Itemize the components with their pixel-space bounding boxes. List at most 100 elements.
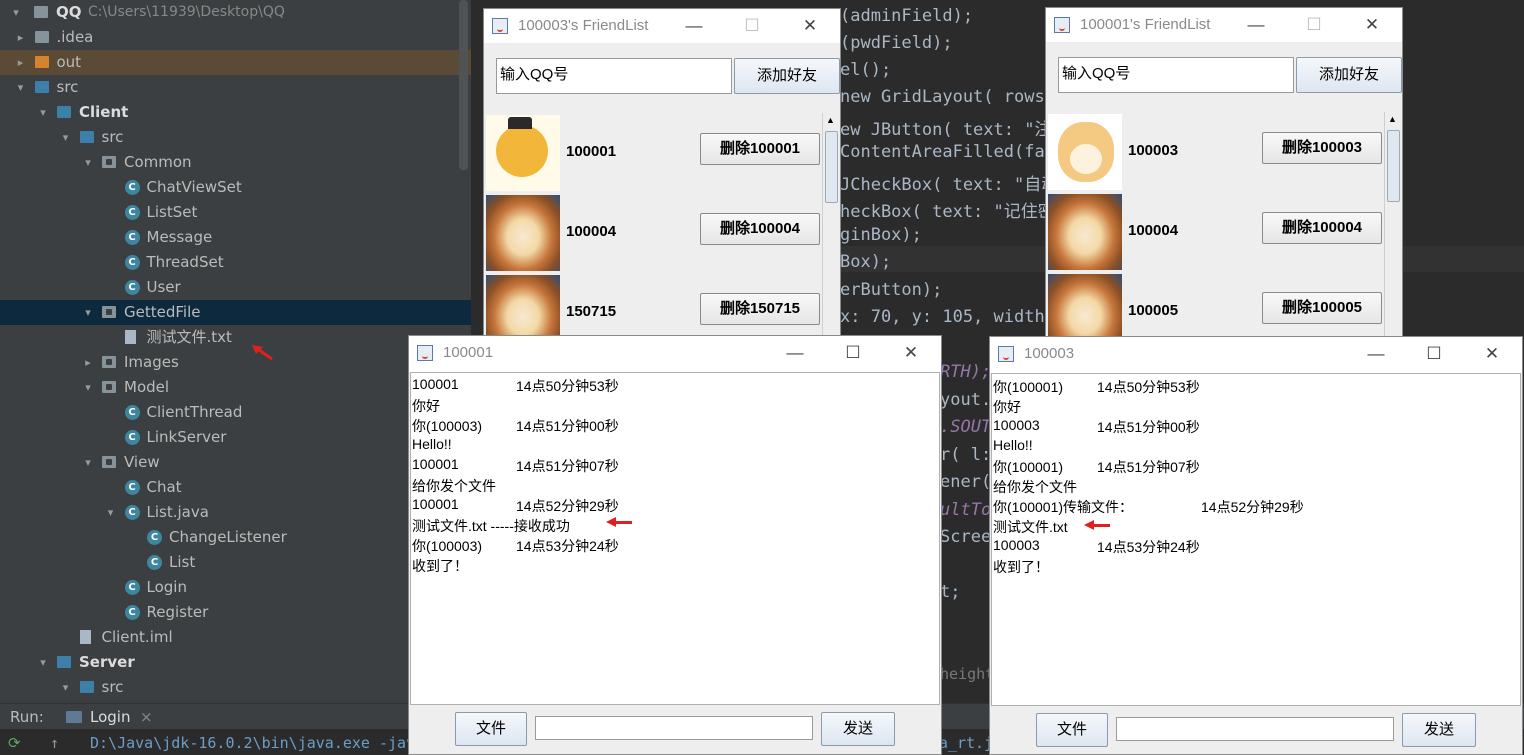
friend-row[interactable]: 100005 删除100005	[1046, 272, 1382, 340]
tree-item[interactable]: ▾ C List.java	[0, 500, 471, 525]
minimize-button[interactable]: —	[783, 341, 807, 365]
qq-number-input[interactable]: 输入QQ号	[496, 58, 732, 94]
tree-item[interactable]: C Chat	[0, 475, 471, 500]
chevron-down-icon[interactable]: ▾	[37, 650, 49, 675]
chevron-down-icon[interactable]: ▾	[60, 675, 72, 700]
tree-item[interactable]: C ChangeListener	[0, 525, 471, 550]
chevron-down-icon[interactable]: ▾	[60, 125, 72, 150]
add-friend-button[interactable]: 添加好友	[734, 58, 840, 94]
tree-item[interactable]: C Register	[0, 600, 471, 625]
tree-item[interactable]: ▾ Common	[0, 150, 471, 175]
tree-item[interactable]: ▾ src	[0, 675, 471, 700]
tree-item[interactable]: ▾ View	[0, 450, 471, 475]
tree-scrollbar[interactable]	[459, 0, 468, 170]
tree-item[interactable]: 测试文件.txt	[0, 325, 471, 350]
file-button[interactable]: 文件	[1036, 713, 1108, 747]
add-friend-button[interactable]: 添加好友	[1296, 57, 1402, 93]
tree-item[interactable]: C List	[0, 550, 471, 575]
chevron-down-icon[interactable]: ▾	[82, 450, 94, 475]
chevron-down-icon[interactable]: ▾	[37, 100, 49, 125]
tree-item[interactable]: ▾ Client	[0, 100, 471, 125]
delete-friend-button[interactable]: 删除100005	[1262, 292, 1382, 324]
tree-item-label: Images	[124, 353, 179, 371]
minimize-button[interactable]: —	[1244, 13, 1268, 37]
delete-friend-button[interactable]: 删除100003	[1262, 132, 1382, 164]
message-input[interactable]	[1116, 717, 1394, 741]
tree-item[interactable]: C ChatViewSet	[0, 175, 471, 200]
maximize-button[interactable]: ☐	[740, 14, 764, 38]
chevron-right-icon[interactable]: ▸	[15, 25, 27, 50]
friend-row[interactable]: 100004 删除100004	[484, 193, 820, 273]
tree-item[interactable]: ▸ .idea	[0, 25, 471, 50]
close-icon[interactable]: ×	[140, 708, 153, 726]
friend-list-scrollbar[interactable]: ▲	[822, 113, 840, 341]
annotation-arrow	[606, 517, 632, 527]
delete-friend-button[interactable]: 删除150715	[700, 293, 820, 325]
tree-item[interactable]: ▸ Images	[0, 350, 471, 375]
rerun-icon[interactable]: ⟳	[8, 734, 21, 752]
class-icon: C	[124, 405, 140, 420]
tree-item[interactable]: C ListSet	[0, 200, 471, 225]
chat-history[interactable]: 100001 14点50分钟53秒 你好 你(100003) 14点51分钟00秒 Hel…	[410, 372, 940, 705]
friend-row[interactable]: 100003 删除100003	[1046, 112, 1382, 192]
title-bar[interactable]: 100001 — ☐ ✕	[409, 336, 941, 372]
minimize-button[interactable]: —	[1364, 342, 1388, 366]
minimize-button[interactable]: —	[682, 14, 706, 38]
tree-item[interactable]: ▾ src	[0, 75, 471, 100]
close-button[interactable]: ✕	[899, 341, 923, 365]
close-button[interactable]: ✕	[798, 14, 822, 38]
delete-friend-button[interactable]: 删除100004	[1262, 212, 1382, 244]
chat-history[interactable]: 你(100001) 14点50分钟53秒 你好 100003 14点51分钟00秒 Hel…	[991, 373, 1521, 706]
tree-item[interactable]: ▾ GettedFile	[0, 300, 471, 325]
tree-item[interactable]: C Login	[0, 575, 471, 600]
message-time: 14点51分钟00秒	[1097, 419, 1200, 435]
send-button[interactable]: 发送	[1402, 713, 1476, 747]
chevron-down-icon[interactable]: ▾	[82, 300, 94, 325]
close-button[interactable]: ✕	[1360, 13, 1384, 37]
friend-row[interactable]: 100001 删除100001	[484, 113, 820, 193]
maximize-button[interactable]: ☐	[1302, 13, 1326, 37]
chevron-down-icon[interactable]: ▾	[10, 0, 22, 25]
friend-row[interactable]: 100004 删除100004	[1046, 192, 1382, 272]
title-bar[interactable]: 100001's FriendList — ☐ ✕	[1046, 8, 1402, 42]
scroll-up-icon[interactable]: ▲	[1388, 114, 1397, 124]
maximize-button[interactable]: ☐	[1422, 342, 1446, 366]
tree-item[interactable]: C LinkServer	[0, 425, 471, 450]
chevron-down-icon[interactable]: ▾	[105, 500, 117, 525]
tree-item[interactable]: ▾ Server	[0, 650, 471, 675]
project-tree[interactable]: ▾ QQ C:\Users\11939\Desktop\QQ ▸ .idea ▸ ou…	[0, 0, 471, 703]
chevron-down-icon[interactable]: ▾	[82, 150, 94, 175]
friend-row[interactable]: 150715 删除150715	[484, 273, 820, 341]
tree-item[interactable]: ▾ Model	[0, 375, 471, 400]
tree-item[interactable]: C User	[0, 275, 471, 300]
title-bar[interactable]: 100003's FriendList — ☐ ✕	[484, 9, 840, 43]
arrow-up-icon[interactable]: ↑	[50, 734, 59, 752]
tree-item[interactable]: C ThreadSet	[0, 250, 471, 275]
file-button[interactable]: 文件	[455, 712, 527, 746]
maximize-button[interactable]: ☐	[841, 341, 865, 365]
delete-friend-button[interactable]: 删除100004	[700, 213, 820, 245]
tree-item[interactable]: ▾ src	[0, 125, 471, 150]
tree-item[interactable]: C ClientThread	[0, 400, 471, 425]
chevron-right-icon[interactable]: ▸	[15, 50, 27, 75]
friend-list-scrollbar[interactable]: ▲	[1384, 112, 1402, 340]
tree-item[interactable]: ▸ out	[0, 50, 471, 75]
avatar	[1048, 194, 1122, 270]
scroll-up-icon[interactable]: ▲	[826, 115, 835, 125]
chevron-down-icon[interactable]: ▾	[82, 375, 94, 400]
title-bar[interactable]: 100003 — ☐ ✕	[990, 337, 1522, 373]
chevron-right-icon[interactable]: ▸	[82, 350, 94, 375]
scroll-thumb[interactable]	[825, 131, 838, 203]
delete-friend-button[interactable]: 删除100001	[700, 133, 820, 165]
tree-item[interactable]: C Message	[0, 225, 471, 250]
chevron-down-icon[interactable]: ▾	[15, 75, 27, 100]
send-button[interactable]: 发送	[821, 712, 895, 746]
scroll-thumb[interactable]	[1387, 130, 1400, 202]
message-input[interactable]	[535, 716, 813, 740]
package-icon	[102, 356, 116, 368]
tree-root[interactable]: ▾ QQ C:\Users\11939\Desktop\QQ	[0, 0, 471, 25]
run-tab-login[interactable]: Login	[90, 708, 130, 726]
qq-number-input[interactable]: 输入QQ号	[1058, 57, 1294, 93]
tree-item[interactable]: Client.iml	[0, 625, 471, 650]
close-button[interactable]: ✕	[1480, 342, 1504, 366]
